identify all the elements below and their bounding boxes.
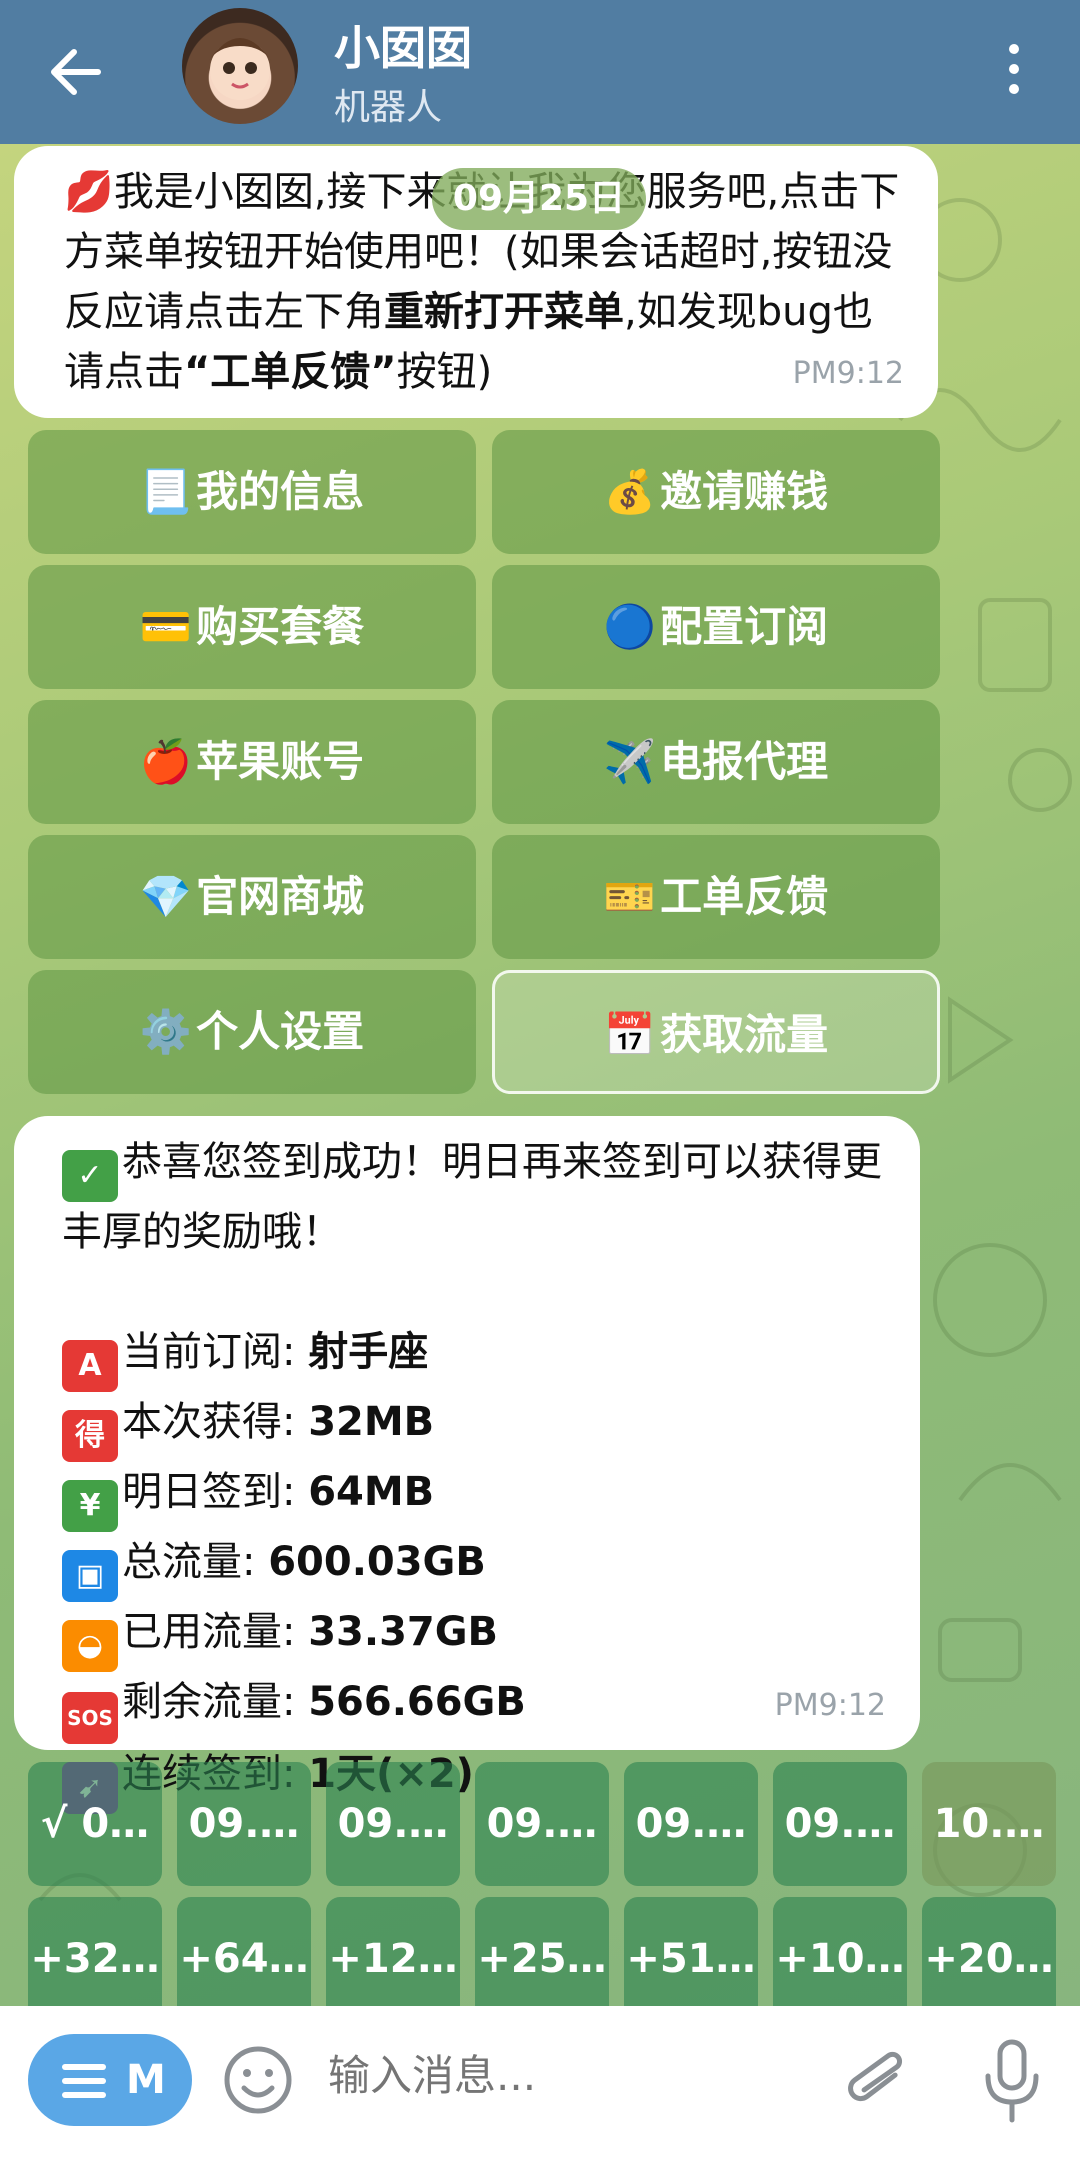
reopen-menu-text: 重新打开菜单 (384, 289, 624, 335)
used-traffic-row: ◒ 已用流量: 33.37GB (62, 1602, 886, 1672)
official-store-emoji-icon: 💎 (139, 872, 193, 921)
official-store-label: 官网商城 (196, 872, 365, 921)
quote-close: ” (370, 349, 397, 395)
microphone-icon[interactable] (980, 2036, 1044, 2126)
tomorrow-checkin-emoji-icon: ¥ (62, 1480, 118, 1532)
used-traffic-value: 33.37GB (308, 1609, 499, 1655)
get-traffic-button[interactable]: 📅获取流量 (492, 970, 940, 1094)
buy-plan-label: 购买套餐 (196, 602, 365, 651)
current-subscription-emoji-icon: A (62, 1340, 118, 1392)
avatar-face-icon (208, 38, 272, 100)
current-subscription-value: 射手座 (308, 1329, 429, 1375)
gained-now-value: 32MB (308, 1399, 435, 1445)
menu-lines-icon (62, 2064, 106, 2106)
used-traffic-emoji-icon: ◒ (62, 1620, 118, 1672)
remaining-traffic-value: 566.66GB (308, 1679, 526, 1725)
tomorrow-checkin-value: 64MB (308, 1469, 435, 1515)
apple-account-emoji-icon: 🍎 (139, 737, 193, 786)
ticket-feedback-text: 工单反馈 (210, 349, 371, 395)
reply-key-row1-5[interactable]: 09.… (624, 1762, 758, 1886)
gained-now-label: 本次获得: (122, 1399, 309, 1445)
lips-emoji-icon: 💋 (64, 169, 114, 215)
remaining-traffic-emoji-icon: SOS (62, 1692, 118, 1744)
message-input-bar: M (0, 2006, 1080, 2160)
current-subscription-row: A 当前订阅: 射手座 (62, 1322, 886, 1392)
used-traffic-label: 已用流量: (122, 1609, 309, 1655)
telegram-proxy-button[interactable]: ✈️电报代理 (492, 700, 940, 824)
personal-settings-emoji-icon: ⚙️ (139, 1007, 193, 1056)
checkin-message: ✓ 恭喜您签到成功！明日再来签到可以获得更丰厚的奖励哦！ A 当前订阅: 射手座得本… (14, 1116, 920, 1814)
apple-account-button[interactable]: 🍎苹果账号 (28, 700, 476, 824)
tomorrow-checkin-row: ¥ 明日签到: 64MB (62, 1462, 886, 1532)
reply-key-row1-7[interactable]: 10.… (922, 1762, 1056, 1886)
checkin-headline-row: ✓ 恭喜您签到成功！明日再来签到可以获得更丰厚的奖励哦！ (62, 1132, 886, 1262)
remaining-traffic-label: 剩余流量: (122, 1679, 309, 1725)
reply-key-row1-6[interactable]: 09.… (773, 1762, 907, 1886)
telegram-proxy-label: 电报代理 (660, 737, 829, 786)
current-subscription-label: 当前订阅: (122, 1329, 309, 1375)
remaining-traffic-row: SOS 剩余流量: 566.66GB (62, 1672, 886, 1744)
reply-key-row1-3[interactable]: 09.… (326, 1762, 460, 1886)
get-traffic-label: 获取流量 (660, 1010, 829, 1059)
reply-key-row2-1[interactable]: +32… (28, 1897, 162, 2021)
ticket-feedback-label: 工单反馈 (660, 872, 829, 921)
my-info-label: 我的信息 (196, 467, 365, 516)
config-subscription-label: 配置订阅 (660, 602, 829, 651)
get-traffic-emoji-icon: 📅 (603, 1010, 657, 1059)
message-time: PM9:12 (774, 1688, 886, 1723)
reply-key-row1-4[interactable]: 09.… (475, 1762, 609, 1886)
buy-plan-button[interactable]: 💳购买套餐 (28, 565, 476, 689)
reply-key-row2-4[interactable]: +25… (475, 1897, 609, 2021)
emoji-icon[interactable] (222, 2044, 294, 2116)
welcome-text-3: 按钮) (396, 349, 493, 395)
message-input[interactable] (326, 2050, 810, 2101)
quote-open: “ (184, 349, 211, 395)
back-arrow-icon[interactable] (44, 40, 108, 104)
bot-menu-button[interactable]: M (28, 2034, 192, 2126)
more-options-icon[interactable] (1000, 38, 1028, 108)
reply-key-row1-1[interactable]: √ 0… (28, 1762, 162, 1886)
reply-key-row2-5[interactable]: +51… (624, 1897, 758, 2021)
checkin-stats: A 当前订阅: 射手座得本次获得: 32MB ¥ 明日签到: 64MB ▣ 总流量: 60… (62, 1322, 886, 1814)
invite-earn-button[interactable]: 💰邀请赚钱 (492, 430, 940, 554)
message-time: PM9:12 (792, 356, 904, 391)
telegram-proxy-emoji-icon: ✈️ (603, 737, 657, 786)
checkin-headline: 恭喜您签到成功！明日再来签到可以获得更丰厚的奖励哦！ (62, 1139, 882, 1255)
check-mark-icon: ✓ (62, 1150, 118, 1202)
date-badge: 09月25日 (432, 168, 646, 230)
bot-avatar[interactable] (182, 8, 298, 124)
total-traffic-label: 总流量: (122, 1539, 269, 1585)
menu-button-label: M (126, 2057, 166, 2103)
personal-settings-button[interactable]: ⚙️个人设置 (28, 970, 476, 1094)
config-subscription-button[interactable]: 🔵配置订阅 (492, 565, 940, 689)
reply-key-row2-6[interactable]: +10… (773, 1897, 907, 2021)
invite-earn-label: 邀请赚钱 (660, 467, 829, 516)
reply-key-row1-2[interactable]: 09.… (177, 1762, 311, 1886)
gained-now-emoji-icon: 得 (62, 1410, 118, 1462)
reply-key-row2-7[interactable]: +20… (922, 1897, 1056, 2021)
apple-account-label: 苹果账号 (196, 737, 365, 786)
personal-settings-label: 个人设置 (196, 1007, 365, 1056)
chat-header: 小囡囡 机器人 (0, 0, 1080, 144)
reply-key-row2-3[interactable]: +12… (326, 1897, 460, 2021)
attach-icon[interactable] (842, 2042, 912, 2118)
chat-subtitle: 机器人 (334, 87, 443, 128)
ticket-feedback-emoji-icon: 🎫 (603, 872, 657, 921)
my-info-emoji-icon: 📃 (139, 467, 193, 516)
tomorrow-checkin-label: 明日签到: (122, 1469, 309, 1515)
total-traffic-emoji-icon: ▣ (62, 1550, 118, 1602)
total-traffic-row: ▣ 总流量: 600.03GB (62, 1532, 886, 1602)
official-store-button[interactable]: 💎官网商城 (28, 835, 476, 959)
config-subscription-emoji-icon: 🔵 (603, 602, 657, 651)
my-info-button[interactable]: 📃我的信息 (28, 430, 476, 554)
reply-key-row2-2[interactable]: +64… (177, 1897, 311, 2021)
ticket-feedback-button[interactable]: 🎫工单反馈 (492, 835, 940, 959)
total-traffic-value: 600.03GB (268, 1539, 486, 1585)
invite-earn-emoji-icon: 💰 (603, 467, 657, 516)
gained-now-row: 得本次获得: 32MB (62, 1392, 886, 1462)
buy-plan-emoji-icon: 💳 (139, 602, 193, 651)
chat-title[interactable]: 小囡囡 (334, 12, 472, 78)
